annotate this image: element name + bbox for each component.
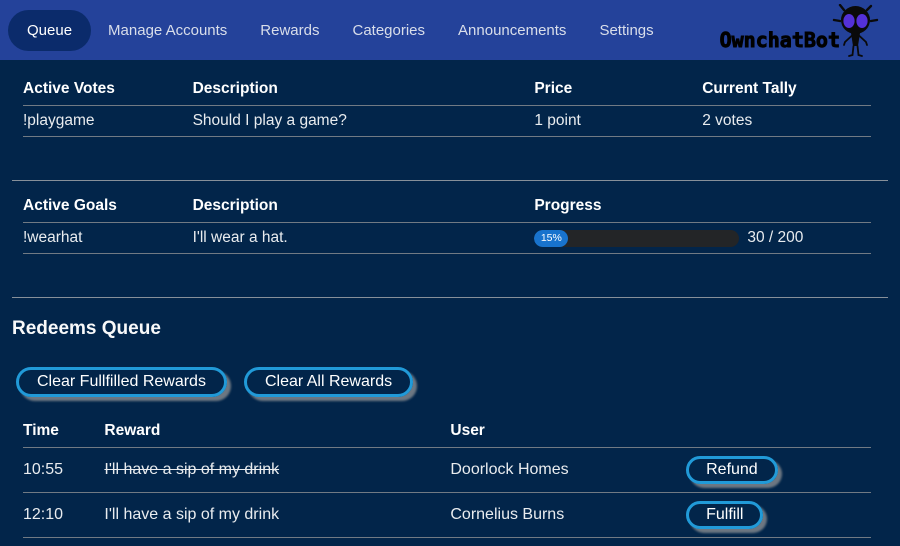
- redeem-reward-text-fulfilled: I'll have a sip of my drink: [104, 461, 279, 478]
- redeem-time: 12:10: [23, 493, 104, 538]
- redeems-actions: Clear Fullfilled Rewards Clear All Rewar…: [16, 367, 888, 397]
- fulfill-button[interactable]: Fulfill: [686, 501, 763, 529]
- table-row: !wearhat I'll wear a hat. 15% 30 / 200: [23, 223, 871, 254]
- progress-track: 15%: [534, 230, 739, 247]
- robot-mascot-icon: [840, 4, 879, 58]
- goals-col-progress: Progress: [534, 193, 871, 223]
- redeem-time: 10:55: [23, 448, 104, 493]
- redeem-action-cell: Refund: [686, 448, 871, 493]
- brand-logo-text: OwnchatBot: [720, 30, 840, 50]
- page-title-redeems-queue: Redeems Queue: [12, 318, 888, 340]
- progress-value: 30 / 200: [747, 229, 803, 247]
- active-votes-table: Active Votes Description Price Current T…: [23, 76, 871, 137]
- goal-progress-cell: 15% 30 / 200: [534, 223, 871, 254]
- tab-announcements[interactable]: Announcements: [442, 10, 582, 51]
- redeems-col-time: Time: [23, 418, 104, 448]
- section-divider: [12, 297, 888, 298]
- redeem-reward-text: I'll have a sip of my drink: [104, 506, 279, 523]
- votes-col-price: Price: [534, 76, 702, 106]
- vote-price: 1 point: [534, 106, 702, 137]
- tab-rewards[interactable]: Rewards: [244, 10, 335, 51]
- vote-description: Should I play a game?: [193, 106, 535, 137]
- redeem-reward: I'll have a sip of my drink: [104, 448, 450, 493]
- redeems-header-row: Time Reward User: [23, 418, 871, 448]
- active-goals-table: Active Goals Description Progress !wearh…: [23, 193, 871, 254]
- redeems-col-user: User: [450, 418, 686, 448]
- redeems-col-actions: [686, 418, 871, 448]
- redeem-user: Doorlock Homes: [450, 448, 686, 493]
- brand-logo: OwnchatBot: [720, 4, 879, 58]
- table-row: 12:10 I'll have a sip of my drink Cornel…: [23, 493, 871, 538]
- table-row: !playgame Should I play a game? 1 point …: [23, 106, 871, 137]
- clear-all-rewards-button[interactable]: Clear All Rewards: [244, 367, 413, 397]
- tab-queue[interactable]: Queue: [8, 10, 91, 51]
- table-row: 10:55 I'll have a sip of my drink Doorlo…: [23, 448, 871, 493]
- clear-fulfilled-rewards-button[interactable]: Clear Fullfilled Rewards: [16, 367, 227, 397]
- goal-progress-bar: 15% 30 / 200: [534, 229, 871, 247]
- redeems-col-reward: Reward: [104, 418, 450, 448]
- goals-col-description: Description: [193, 193, 535, 223]
- tab-settings[interactable]: Settings: [583, 10, 669, 51]
- tab-manage-accounts[interactable]: Manage Accounts: [92, 10, 243, 51]
- section-divider: [12, 180, 888, 181]
- redeem-action-cell: Fulfill: [686, 493, 871, 538]
- goal-description: I'll wear a hat.: [193, 223, 535, 254]
- active-votes-header-row: Active Votes Description Price Current T…: [23, 76, 871, 106]
- vote-tally: 2 votes: [702, 106, 871, 137]
- votes-col-tally: Current Tally: [702, 76, 871, 106]
- refund-button[interactable]: Refund: [686, 456, 778, 484]
- votes-col-command: Active Votes: [23, 76, 193, 106]
- redeem-reward: I'll have a sip of my drink: [104, 493, 450, 538]
- progress-fill-badge: 15%: [534, 230, 568, 247]
- main-content: Active Votes Description Price Current T…: [0, 60, 900, 538]
- tab-categories[interactable]: Categories: [336, 10, 441, 51]
- votes-col-description: Description: [193, 76, 535, 106]
- redeems-queue-table: Time Reward User 10:55 I'll have a sip o…: [23, 418, 871, 538]
- redeem-user: Cornelius Burns: [450, 493, 686, 538]
- goal-command: !wearhat: [23, 223, 193, 254]
- vote-command: !playgame: [23, 106, 193, 137]
- top-navbar: Queue Manage Accounts Rewards Categories…: [0, 0, 900, 60]
- goals-col-command: Active Goals: [23, 193, 193, 223]
- active-goals-header-row: Active Goals Description Progress: [23, 193, 871, 223]
